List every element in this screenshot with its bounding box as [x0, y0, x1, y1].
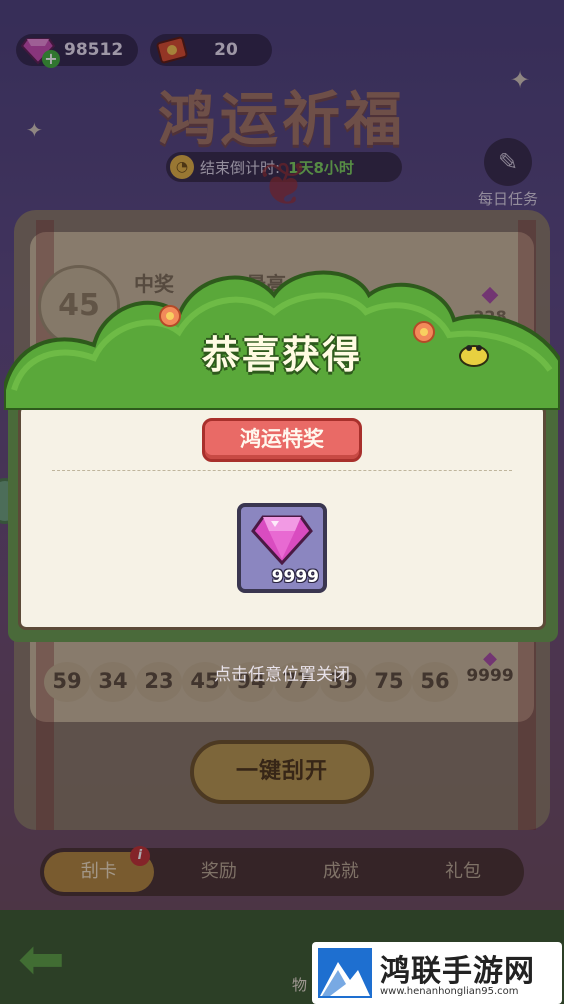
close-hint-text: 点击任意位置关闭 [214, 665, 350, 685]
dashed-divider [52, 470, 512, 471]
pink-gem-icon [251, 515, 313, 565]
site-watermark: 鸿联手游网 www.henanhonglian95.com [312, 942, 562, 1004]
watermark-title: 鸿联手游网 [380, 954, 535, 989]
prize-name-banner: 鸿运特奖 [202, 418, 362, 462]
reward-item: 9999 [237, 503, 327, 593]
popup-title: 恭喜获得 [201, 333, 362, 377]
watermark-url: www.henanhonglian95.com [380, 986, 519, 997]
watermark-logo-icon [318, 948, 372, 998]
reward-quantity: 9999 [271, 567, 319, 587]
